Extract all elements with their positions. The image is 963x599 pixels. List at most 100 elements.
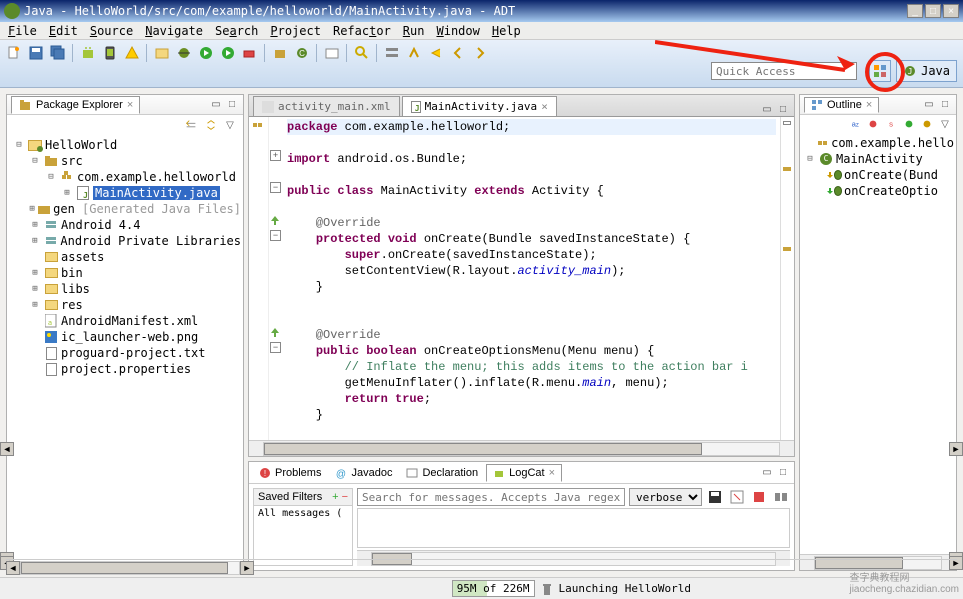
tree-libs[interactable]: ⊞libs xyxy=(9,281,241,297)
outline-tab[interactable]: Outline × xyxy=(804,97,879,113)
quick-access-input[interactable] xyxy=(711,62,857,80)
toggle-breadcrumb-button[interactable] xyxy=(382,43,402,63)
close-button[interactable]: × xyxy=(943,4,959,18)
avd-manager-button[interactable] xyxy=(100,43,120,63)
scroll-left-button[interactable]: ◄ xyxy=(0,442,14,456)
menu-window[interactable]: Window xyxy=(430,22,485,40)
logcat-table[interactable] xyxy=(357,508,790,548)
new-button[interactable] xyxy=(4,43,24,63)
package-explorer-tab[interactable]: Package Explorer × xyxy=(11,96,140,114)
menu-project[interactable]: Project xyxy=(264,22,327,40)
gc-icon[interactable] xyxy=(541,582,553,596)
bottom-maximize-button[interactable]: □ xyxy=(776,466,790,480)
editor-minimize-button[interactable]: ▭ xyxy=(760,102,774,116)
save-all-button[interactable] xyxy=(48,43,68,63)
menu-search[interactable]: Search xyxy=(209,22,264,40)
new-package-button[interactable] xyxy=(270,43,290,63)
run-last-button[interactable] xyxy=(218,43,238,63)
tree-proguard[interactable]: proguard-project.txt xyxy=(9,345,241,361)
menu-refactor[interactable]: Refactor xyxy=(327,22,397,40)
fold-import-button[interactable]: + xyxy=(270,150,281,161)
tree-package[interactable]: ⊟com.example.helloworld xyxy=(9,169,241,185)
menu-run[interactable]: Run xyxy=(397,22,431,40)
menu-file[interactable]: File xyxy=(2,22,43,40)
scroll-right-button[interactable]: ► xyxy=(949,442,963,456)
outline-package[interactable]: com.example.hello xyxy=(802,135,954,151)
maximize-view-button[interactable]: □ xyxy=(225,98,239,112)
collapse-all-button[interactable] xyxy=(183,117,199,133)
add-filter-button[interactable]: + xyxy=(332,491,338,503)
outline-maximize-button[interactable]: □ xyxy=(938,98,952,112)
outline-class[interactable]: ⊟CMainActivity xyxy=(802,151,954,167)
close-editor-tab-icon[interactable]: × xyxy=(541,100,548,113)
hide-static-button[interactable]: s xyxy=(884,117,898,131)
tree-project[interactable]: ⊟HelloWorld xyxy=(9,137,241,153)
logcat-display-button[interactable] xyxy=(772,488,790,506)
declaration-tab[interactable]: Declaration xyxy=(400,465,484,481)
hide-fields-button[interactable] xyxy=(866,117,880,131)
logcat-tab[interactable]: LogCat× xyxy=(486,464,562,482)
close-tab-icon[interactable]: × xyxy=(549,467,555,479)
close-tab-icon[interactable]: × xyxy=(127,99,133,111)
tree-launcher[interactable]: ic_launcher-web.png xyxy=(9,329,241,345)
maximize-button[interactable]: □ xyxy=(925,4,941,18)
problems-tab[interactable]: !Problems xyxy=(253,465,327,481)
logcat-save-button[interactable] xyxy=(706,488,724,506)
new-project-wizard-button[interactable] xyxy=(152,43,172,63)
tree-res[interactable]: ⊞res xyxy=(9,297,241,313)
fold-onmenu-button[interactable]: − xyxy=(270,342,281,353)
run-button[interactable] xyxy=(196,43,216,63)
overview-ruler[interactable] xyxy=(780,117,794,440)
link-editor-button[interactable] xyxy=(203,117,219,133)
bottom-minimize-button[interactable]: ▭ xyxy=(760,466,774,480)
memory-indicator[interactable]: 95M of 226M xyxy=(452,580,535,597)
tree-props[interactable]: project.properties xyxy=(9,361,241,377)
tree-main-activity[interactable]: ⊞MainActivity.java xyxy=(9,185,241,201)
tree-gen[interactable]: ⊞gen [Generated Java Files] xyxy=(9,201,241,217)
logcat-clear-button[interactable] xyxy=(728,488,746,506)
close-tab-icon[interactable]: × xyxy=(866,99,872,111)
logcat-level-select[interactable]: verbose xyxy=(629,488,702,506)
outline-view-menu-button[interactable]: ▽ xyxy=(938,117,952,131)
java-perspective-button[interactable]: J Java xyxy=(896,60,957,82)
view-menu-button[interactable]: ▽ xyxy=(223,118,237,132)
last-edit-button[interactable] xyxy=(426,43,446,63)
scroll-thumb[interactable] xyxy=(264,443,702,455)
minimize-button[interactable]: _ xyxy=(907,4,923,18)
annotation-nav-button[interactable] xyxy=(404,43,424,63)
new-class-button[interactable]: C xyxy=(292,43,312,63)
editor-tab-main-activity[interactable]: MainActivity.java × xyxy=(402,96,557,116)
menu-source[interactable]: Source xyxy=(84,22,139,40)
back-button[interactable] xyxy=(448,43,468,63)
external-tools-button[interactable] xyxy=(240,43,260,63)
tree-bin[interactable]: ⊞bin xyxy=(9,265,241,281)
fold-oncreate-button[interactable]: − xyxy=(270,230,281,241)
filter-item-all[interactable]: All messages ( xyxy=(254,506,352,521)
sdk-manager-button[interactable] xyxy=(78,43,98,63)
forward-button[interactable] xyxy=(470,43,490,63)
menu-navigate[interactable]: Navigate xyxy=(139,22,209,40)
logcat-scroll-lock-button[interactable] xyxy=(750,488,768,506)
logcat-search-input[interactable] xyxy=(357,488,625,506)
outline-oncreate[interactable]: onCreate(Bund xyxy=(802,167,954,183)
menu-edit[interactable]: Edit xyxy=(43,22,84,40)
tree-android44[interactable]: ⊞Android 4.4 xyxy=(9,217,241,233)
open-type-button[interactable] xyxy=(322,43,342,63)
lint-button[interactable] xyxy=(122,43,142,63)
editor-body[interactable]: + − − − package com.example.helloworld; … xyxy=(249,117,794,440)
sort-button[interactable]: az xyxy=(848,117,862,131)
hide-nonpublic-button[interactable] xyxy=(902,117,916,131)
tree-src[interactable]: ⊟src xyxy=(9,153,241,169)
tree-manifest[interactable]: aAndroidManifest.xml xyxy=(9,313,241,329)
tree-apl[interactable]: ⊞Android Private Libraries xyxy=(9,233,241,249)
menu-help[interactable]: Help xyxy=(486,22,527,40)
save-button[interactable] xyxy=(26,43,46,63)
open-perspective-button[interactable] xyxy=(869,60,891,82)
debug-button[interactable] xyxy=(174,43,194,63)
hide-local-button[interactable] xyxy=(920,117,934,131)
search-button[interactable] xyxy=(352,43,372,63)
outline-minimize-button[interactable]: ▭ xyxy=(922,98,936,112)
minimize-view-button[interactable]: ▭ xyxy=(209,98,223,112)
remove-filter-button[interactable]: − xyxy=(342,491,348,503)
javadoc-tab[interactable]: @Javadoc xyxy=(329,465,398,481)
